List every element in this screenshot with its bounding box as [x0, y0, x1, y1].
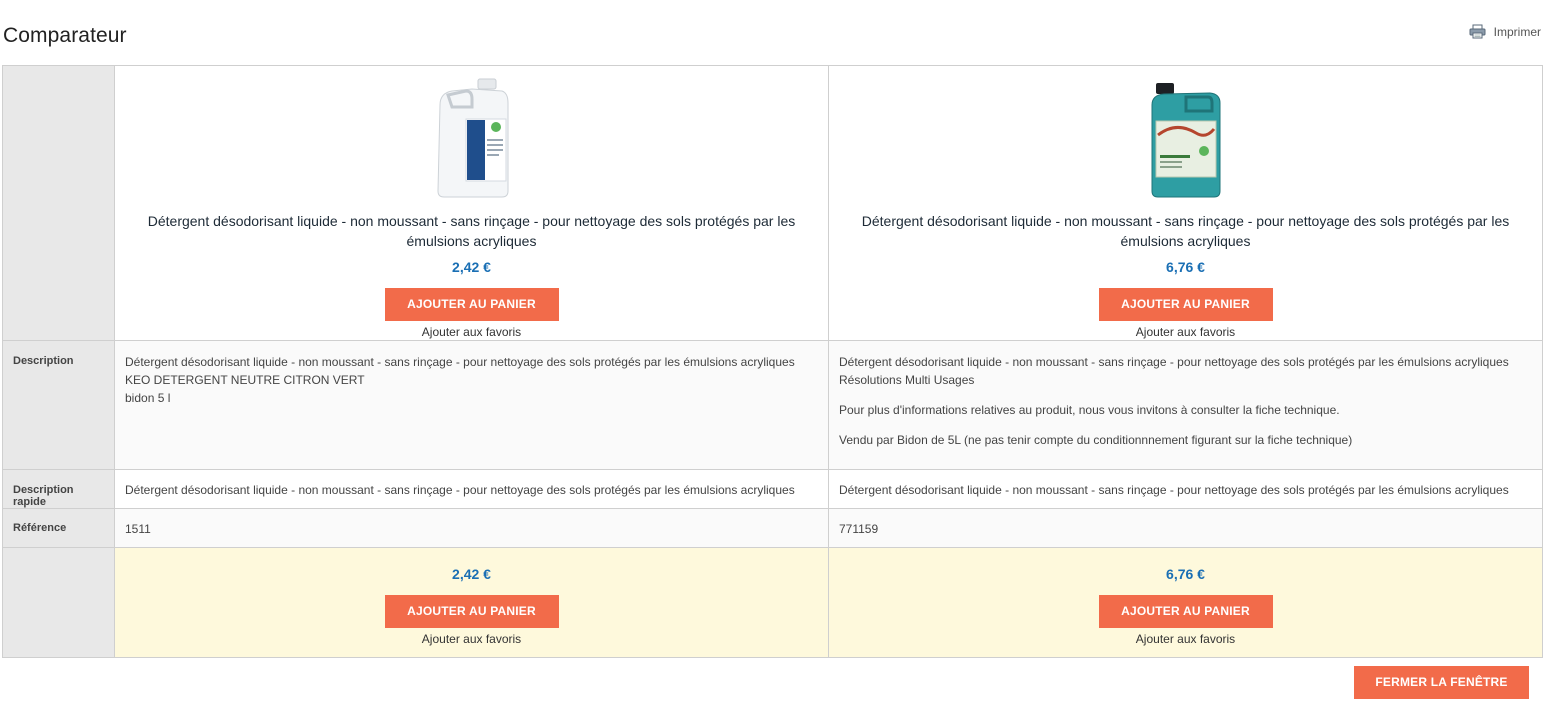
product-price: 6,76 €: [1166, 566, 1205, 582]
product-1-quick-description: Détergent désodorisant liquide - non mou…: [114, 469, 829, 509]
close-window-button[interactable]: FERMER LA FENÊTRE: [1354, 666, 1529, 699]
product-1-reference: 1511: [114, 508, 829, 548]
description-line: Détergent désodorisant liquide - non mou…: [839, 355, 1509, 369]
white-jerrycan-product-image[interactable]: [115, 77, 828, 199]
description-row: Description Détergent désodorisant liqui…: [2, 340, 1543, 470]
description-label: Description: [2, 340, 115, 470]
add-to-cart-button[interactable]: AJOUTER AU PANIER: [1098, 595, 1273, 628]
add-to-favorites-link[interactable]: Ajouter aux favoris: [829, 632, 1542, 646]
product-header-row: Détergent désodorisant liquide - non mou…: [2, 65, 1543, 341]
add-to-cart-button[interactable]: AJOUTER AU PANIER: [384, 595, 559, 628]
product-1-description: Détergent désodorisant liquide - non mou…: [114, 340, 829, 470]
product-2-quick-description: Détergent désodorisant liquide - non mou…: [828, 469, 1543, 509]
product-price: 2,42 €: [452, 259, 491, 275]
description-paragraph: Détergent désodorisant liquide - non mou…: [839, 353, 1532, 389]
empty-label-cell: [2, 547, 115, 658]
product-name[interactable]: Détergent désodorisant liquide - non mou…: [829, 199, 1542, 251]
footer-row: 2,42 € AJOUTER AU PANIER Ajouter aux fav…: [2, 547, 1543, 658]
description-paragraph: Pour plus d'informations relatives au pr…: [839, 401, 1532, 419]
print-link[interactable]: Imprimer: [1469, 24, 1541, 39]
product-column-1: Détergent désodorisant liquide - non mou…: [114, 65, 829, 341]
printer-icon: [1469, 24, 1486, 39]
description-line: Vendu par Bidon de 5L (ne pas tenir comp…: [839, 433, 1353, 447]
reference-label: Référence: [2, 508, 115, 548]
add-to-favorites-link[interactable]: Ajouter aux favoris: [115, 325, 828, 339]
add-to-favorites-link[interactable]: Ajouter aux favoris: [115, 632, 828, 646]
description-line: Pour plus d'informations relatives au pr…: [839, 403, 1340, 417]
quick-description-row: Description rapide Détergent désodorisan…: [2, 469, 1543, 509]
comparison-table: Détergent désodorisant liquide - non mou…: [2, 65, 1543, 658]
product-2-description: Détergent désodorisant liquide - non mou…: [828, 340, 1543, 470]
product-1-footer: 2,42 € AJOUTER AU PANIER Ajouter aux fav…: [114, 547, 829, 658]
product-column-2: Détergent désodorisant liquide - non mou…: [828, 65, 1543, 341]
reference-row: Référence 1511 771159: [2, 508, 1543, 548]
print-label: Imprimer: [1493, 24, 1541, 39]
description-line: bidon 5 l: [125, 391, 171, 405]
add-to-favorites-link[interactable]: Ajouter aux favoris: [829, 325, 1542, 339]
description-line: Détergent désodorisant liquide - non mou…: [125, 355, 795, 369]
product-price: 6,76 €: [1166, 259, 1205, 275]
add-to-cart-button[interactable]: AJOUTER AU PANIER: [384, 288, 559, 321]
add-to-cart-button[interactable]: AJOUTER AU PANIER: [1098, 288, 1273, 321]
description-paragraph: Vendu par Bidon de 5L (ne pas tenir comp…: [839, 431, 1532, 449]
page-title: Comparateur: [3, 24, 127, 47]
quick-description-label: Description rapide: [2, 469, 115, 509]
teal-jerrycan-product-image[interactable]: [829, 77, 1542, 199]
description-line: Résolutions Multi Usages: [839, 373, 975, 387]
description-paragraph: Détergent désodorisant liquide - non mou…: [125, 353, 818, 407]
product-2-reference: 771159: [828, 508, 1543, 548]
description-line: KEO DETERGENT NEUTRE CITRON VERT: [125, 373, 365, 387]
empty-label-cell: [2, 65, 115, 341]
product-price: 2,42 €: [452, 566, 491, 582]
product-name[interactable]: Détergent désodorisant liquide - non mou…: [115, 199, 828, 251]
product-2-footer: 6,76 € AJOUTER AU PANIER Ajouter aux fav…: [828, 547, 1543, 658]
